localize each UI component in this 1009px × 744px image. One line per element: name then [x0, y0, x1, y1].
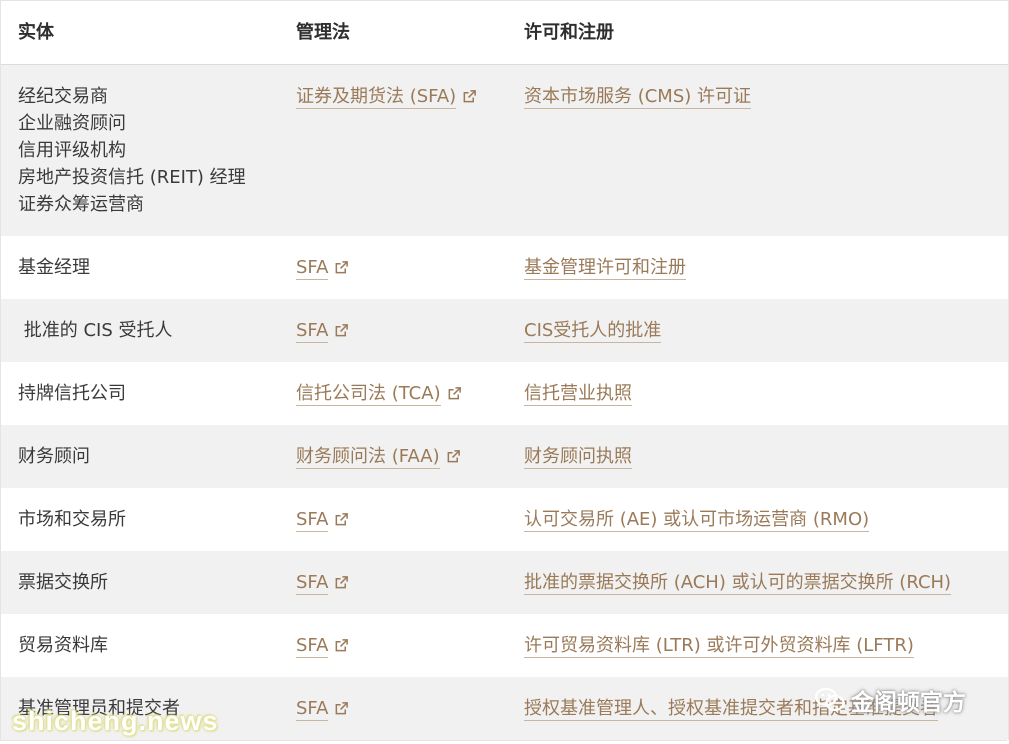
entity-cell: 基金经理: [18, 257, 90, 278]
law-link[interactable]: SFA: [296, 635, 329, 658]
entity-cell: 持牌信托公司: [18, 383, 126, 404]
external-link-icon[interactable]: [334, 701, 349, 716]
law-link[interactable]: 证券及期货法 (SFA): [296, 86, 457, 109]
entity-line: 企业融资顾问: [18, 113, 126, 134]
table-row: 市场和交易所 SFA 认可交易所 (AE) 或认可市场运营商 (RMO): [1, 488, 1008, 551]
license-link[interactable]: CIS受托人的批准: [524, 320, 662, 343]
external-link-icon[interactable]: [446, 449, 461, 464]
entity-cell: 贸易资料库: [18, 635, 108, 656]
entity-cell: 批准的 CIS 受托人: [18, 320, 173, 341]
entity-cell: 市场和交易所: [18, 509, 126, 530]
external-link-icon[interactable]: [334, 260, 349, 275]
license-link[interactable]: 批准的票据交换所 (ACH) 或认可的票据交换所 (RCH): [524, 572, 952, 595]
table-row: 财务顾问 财务顾问法 (FAA) 财务顾问执照: [1, 425, 1008, 488]
license-link[interactable]: 许可贸易资料库 (LTR) 或许可外贸资料库 (LFTR): [524, 635, 914, 658]
table-row: 经纪交易商 企业融资顾问 信用评级机构 房地产投资信托 (REIT) 经理 证券…: [1, 65, 1008, 236]
law-link[interactable]: SFA: [296, 257, 329, 280]
external-link-icon[interactable]: [334, 575, 349, 590]
law-cell: SFA: [278, 632, 507, 659]
entity-line: 经纪交易商: [18, 86, 108, 107]
license-cell: 批准的票据交换所 (ACH) 或认可的票据交换所 (RCH): [507, 569, 1008, 596]
external-link-icon[interactable]: [334, 512, 349, 527]
table-bottom-border: [0, 740, 1007, 741]
external-link-icon[interactable]: [462, 89, 477, 104]
law-cell: 证券及期货法 (SFA): [278, 83, 507, 110]
wechat-icon: [814, 687, 845, 713]
law-cell: SFA: [278, 317, 507, 344]
law-link[interactable]: SFA: [296, 320, 329, 343]
watermark-left: shicheng.news: [12, 706, 219, 736]
header-license: 许可和注册: [524, 22, 614, 43]
table-row: 持牌信托公司 信托公司法 (TCA) 信托营业执照: [1, 362, 1008, 425]
license-cell: 资本市场服务 (CMS) 许可证: [507, 83, 1008, 110]
watermark-right-text: 金阁顿官方: [851, 690, 966, 716]
table-header: 实体 管理法 许可和注册: [1, 0, 1008, 65]
external-link-icon[interactable]: [334, 638, 349, 653]
law-link[interactable]: SFA: [296, 698, 329, 721]
entity-cell: 财务顾问: [18, 446, 90, 467]
entity-cell: 经纪交易商 企业融资顾问 信用评级机构 房地产投资信托 (REIT) 经理 证券…: [1, 83, 278, 218]
law-cell: SFA: [278, 254, 507, 281]
table-row: 基金经理 SFA 基金管理许可和注册: [1, 236, 1008, 299]
external-link-icon[interactable]: [334, 323, 349, 338]
regulation-table: 实体 管理法 许可和注册 经纪交易商 企业融资顾问 信用评级机构 房地产投资信托…: [0, 0, 1009, 740]
license-cell: 财务顾问执照: [507, 443, 1008, 470]
license-link[interactable]: 财务顾问执照: [524, 446, 632, 469]
law-cell: SFA: [278, 506, 507, 533]
law-link[interactable]: SFA: [296, 572, 329, 595]
table-row: 贸易资料库 SFA 许可贸易资料库 (LTR) 或许可外贸资料库 (LFTR): [1, 614, 1008, 677]
entity-line: 信用评级机构: [18, 140, 126, 161]
law-link[interactable]: 财务顾问法 (FAA): [296, 446, 440, 469]
table-row: 票据交换所 SFA 批准的票据交换所 (ACH) 或认可的票据交换所 (RCH): [1, 551, 1008, 614]
license-cell: 信托营业执照: [507, 380, 1008, 407]
license-link[interactable]: 基金管理许可和注册: [524, 257, 686, 280]
law-link[interactable]: SFA: [296, 509, 329, 532]
entity-cell: 票据交换所: [18, 572, 108, 593]
entity-line: 证券众筹运营商: [18, 194, 144, 215]
law-cell: 信托公司法 (TCA): [278, 380, 507, 407]
table-row: 批准的 CIS 受托人 SFA CIS受托人的批准: [1, 299, 1008, 362]
law-link[interactable]: 信托公司法 (TCA): [296, 383, 441, 406]
license-link[interactable]: 信托营业执照: [524, 383, 632, 406]
license-cell: 认可交易所 (AE) 或认可市场运营商 (RMO): [507, 506, 1008, 533]
law-cell: SFA: [278, 569, 507, 596]
watermark-right: 金阁顿官方: [814, 683, 966, 717]
entity-line: 房地产投资信托 (REIT) 经理: [18, 167, 246, 188]
law-cell: SFA: [278, 695, 507, 722]
license-cell: CIS受托人的批准: [507, 317, 1008, 344]
law-cell: 财务顾问法 (FAA): [278, 443, 507, 470]
license-cell: 基金管理许可和注册: [507, 254, 1008, 281]
header-entity: 实体: [18, 22, 54, 43]
license-link[interactable]: 认可交易所 (AE) 或认可市场运营商 (RMO): [524, 509, 870, 532]
external-link-icon[interactable]: [447, 386, 462, 401]
license-link[interactable]: 资本市场服务 (CMS) 许可证: [524, 86, 752, 109]
header-law: 管理法: [296, 22, 350, 43]
license-cell: 许可贸易资料库 (LTR) 或许可外贸资料库 (LFTR): [507, 632, 1008, 659]
